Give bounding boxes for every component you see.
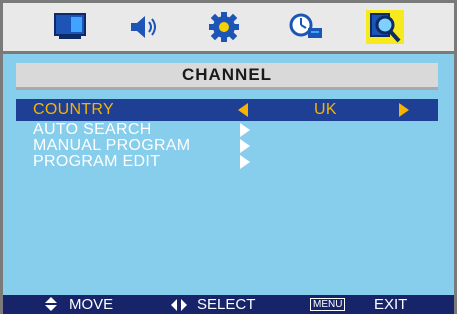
tab-settings[interactable] — [205, 10, 243, 44]
picture-icon — [54, 13, 86, 39]
left-right-arrows-icon — [171, 299, 187, 311]
gear-icon — [209, 12, 239, 42]
channel-search-icon — [370, 13, 401, 43]
exit-label: EXIT — [374, 296, 408, 313]
arrow-left-icon[interactable] — [238, 103, 248, 117]
arrow-right-icon — [240, 139, 250, 153]
country-value: UK — [314, 101, 337, 118]
menu-item-label: MANUAL PROGRAM — [33, 137, 191, 154]
menu-key-badge: MENU — [310, 298, 346, 311]
menu-item-label: AUTO SEARCH — [33, 121, 152, 138]
arrow-right-icon — [240, 155, 250, 169]
help-bar: MOVE SELECT MENU EXIT — [3, 295, 454, 314]
tab-channel[interactable] — [366, 10, 404, 44]
menu-item-label: COUNTRY — [33, 101, 114, 118]
move-label: MOVE — [69, 296, 114, 313]
speaker-icon — [131, 16, 156, 38]
arrow-right-icon — [240, 123, 250, 137]
menu-item-program-edit[interactable]: PROGRAM EDIT — [16, 154, 438, 170]
channel-menu-list: COUNTRY UK AUTO SEARCH MANUAL PROGRAM PR… — [16, 99, 438, 170]
top-icon-bar — [3, 3, 454, 54]
clock-icon — [289, 13, 322, 38]
menu-title: CHANNEL — [16, 63, 438, 90]
menu-item-manual-program[interactable]: MANUAL PROGRAM — [16, 138, 438, 154]
menu-item-label: PROGRAM EDIT — [33, 153, 161, 170]
arrow-right-icon[interactable] — [399, 103, 409, 117]
tab-sound[interactable] — [125, 10, 163, 44]
osd-menu-window: CHANNEL COUNTRY UK AUTO SEARCH MANUAL PR… — [0, 0, 457, 314]
up-down-arrows-icon — [45, 297, 57, 311]
select-label: SELECT — [197, 296, 256, 313]
tab-time[interactable] — [287, 10, 325, 44]
menu-item-auto-search[interactable]: AUTO SEARCH — [16, 122, 438, 138]
menu-item-country[interactable]: COUNTRY UK — [16, 99, 438, 122]
tab-picture[interactable] — [51, 10, 89, 44]
